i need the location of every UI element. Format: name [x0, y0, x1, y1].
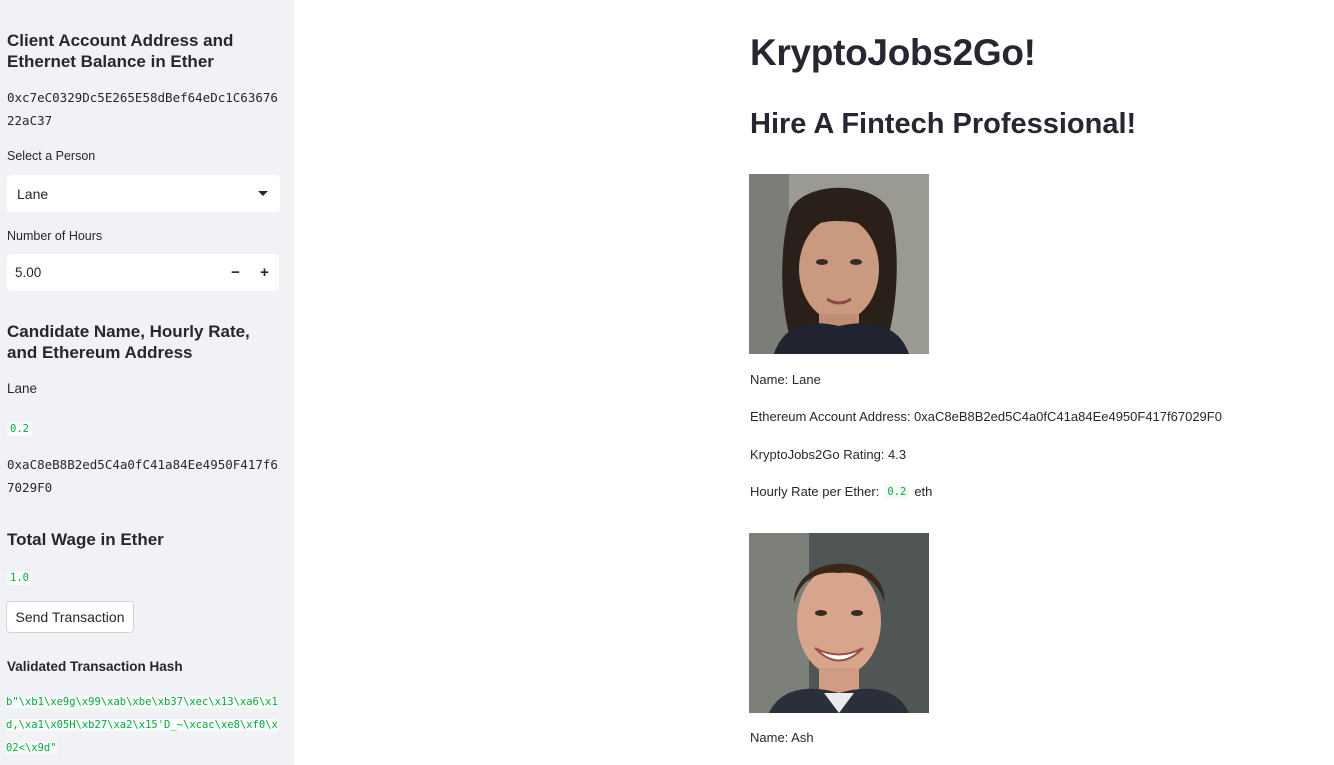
- candidate-portrait-lane: [749, 174, 929, 354]
- decrement-button[interactable]: −: [221, 264, 250, 281]
- hours-stepper[interactable]: 5.00 − +: [7, 254, 279, 291]
- total-wage-value: 1.0: [7, 571, 32, 585]
- candidate-name-line: Name: Lane: [750, 372, 821, 387]
- rate-suffix: eth: [914, 484, 933, 499]
- select-person-value: Lane: [17, 185, 49, 202]
- transaction-hash-heading: Validated Transaction Hash: [7, 659, 183, 674]
- candidate-address-line: Ethereum Account Address: 0xaC8eB8B2ed5C…: [750, 409, 1222, 424]
- client-account-heading: Client Account Address and Ethernet Bala…: [7, 31, 234, 71]
- select-person-label: Select a Person: [7, 149, 96, 163]
- candidate-name: Lane: [7, 381, 38, 396]
- candidate-photo-ash: [749, 533, 929, 713]
- rate-value: 0.2: [884, 484, 910, 499]
- transaction-hash: b"\xb1\xe9g\x99\xab\xbe\xb37\xec\x13\xa6…: [6, 691, 282, 760]
- candidate-address: 0xaC8eB8B2ed5C4a0fC41a84Ee4950F417f67029…: [7, 457, 278, 495]
- send-transaction-button[interactable]: Send Transaction: [6, 601, 134, 633]
- candidate-heading: Candidate Name, Hourly Rate, and Ethereu…: [7, 322, 250, 362]
- select-person-dropdown[interactable]: Lane: [7, 175, 280, 212]
- candidate-photo-lane: [749, 174, 929, 354]
- page-subtitle: Hire A Fintech Professional!: [750, 108, 1137, 140]
- candidate-name-line-ash: Name: Ash: [750, 730, 814, 745]
- increment-button[interactable]: +: [250, 264, 279, 281]
- client-address: 0xc7eC0329Dc5E265E58dBef64eDc1C6367622aC…: [7, 90, 278, 128]
- candidate-rate-line: Hourly Rate per Ether: 0.2 eth: [750, 484, 932, 499]
- page-title: KryptoJobs2Go!: [750, 32, 1036, 73]
- hours-input[interactable]: 5.00: [7, 265, 221, 280]
- candidate-rate: 0.2: [7, 422, 32, 436]
- total-wage-heading: Total Wage in Ether: [7, 530, 164, 549]
- candidate-portrait-ash: [749, 533, 929, 713]
- caret-down-icon: [258, 191, 268, 196]
- rate-prefix: Hourly Rate per Ether:: [750, 484, 880, 499]
- hours-label: Number of Hours: [7, 229, 103, 243]
- transaction-hash-value: b"\xb1\xe9g\x99\xab\xbe\xb37\xec\x13\xa6…: [6, 696, 278, 754]
- candidate-rating-line: KryptoJobs2Go Rating: 4.3: [750, 447, 907, 462]
- sidebar: Client Account Address and Ethernet Bala…: [0, 0, 294, 765]
